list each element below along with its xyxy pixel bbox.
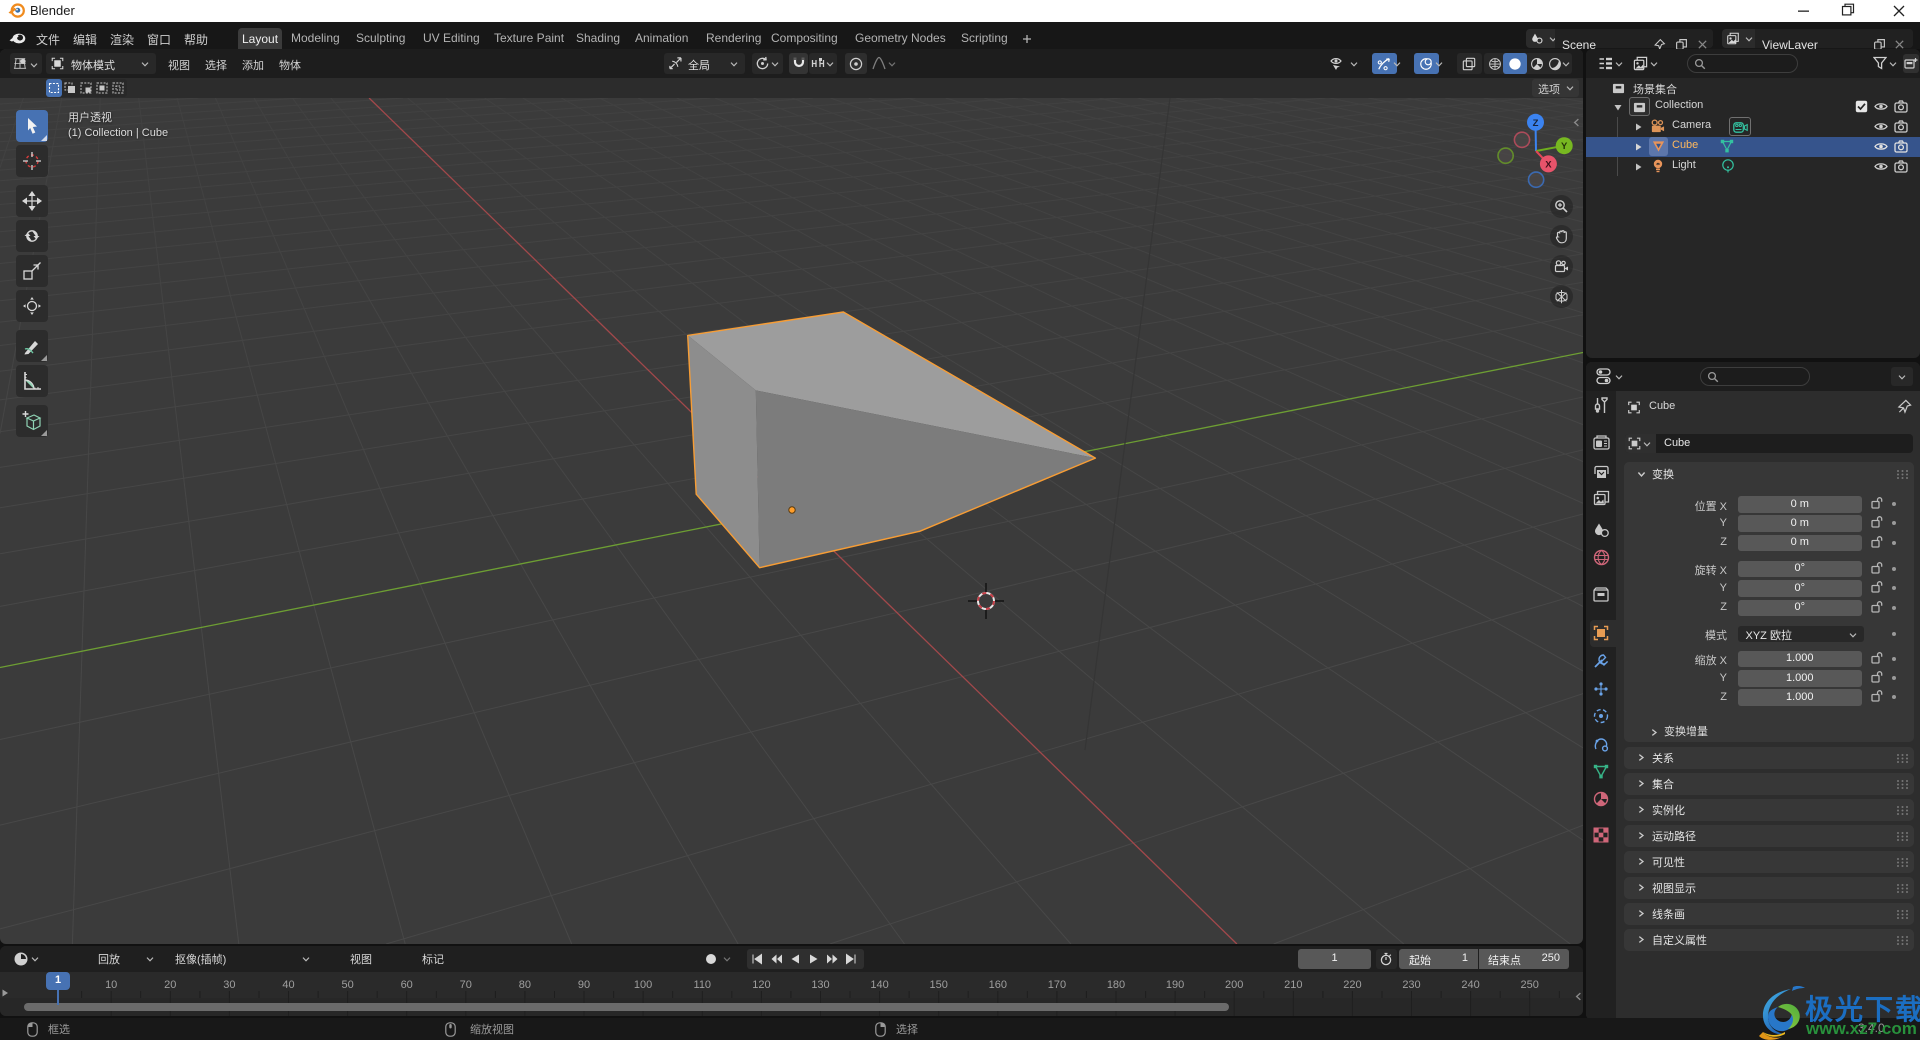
svg-text:Z: Z bbox=[1533, 118, 1539, 129]
svg-text:X: X bbox=[1545, 159, 1552, 170]
svg-text:Y: Y bbox=[1561, 141, 1568, 152]
